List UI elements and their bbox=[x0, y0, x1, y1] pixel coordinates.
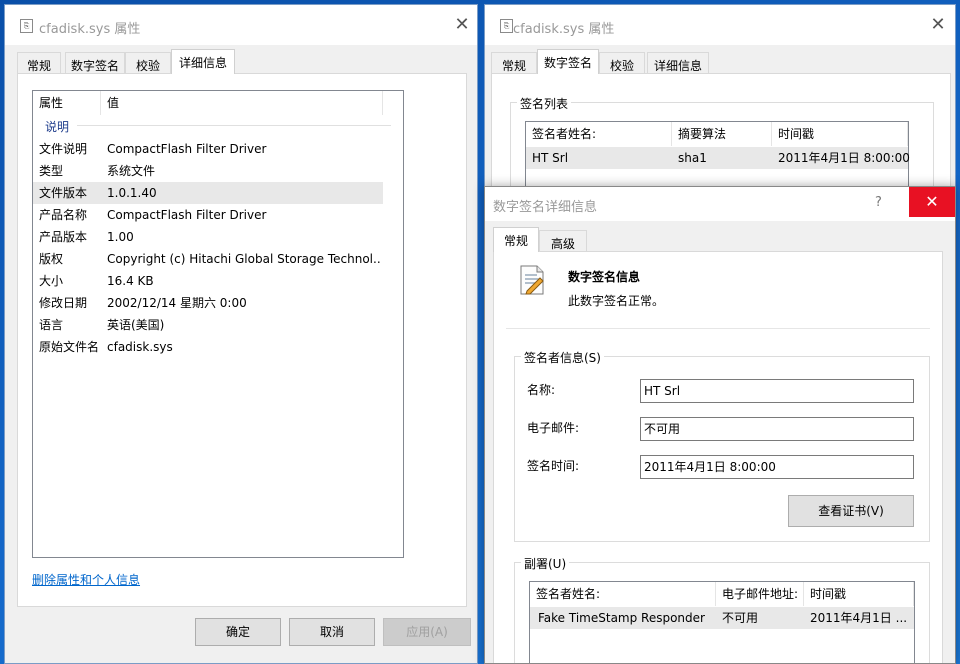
tab-general[interactable]: 常规 bbox=[493, 227, 539, 252]
name-label: 名称: bbox=[527, 383, 556, 397]
countersigner-timestamp: 2011年4月1日 ... bbox=[810, 611, 908, 625]
email-label: 电子邮件: bbox=[527, 421, 580, 435]
column-header-email[interactable]: 电子邮件地址: bbox=[716, 582, 804, 606]
dialog-close-button[interactable]: ✕ bbox=[909, 187, 955, 217]
help-button[interactable]: ? bbox=[875, 195, 882, 210]
detail-value: 系统文件 bbox=[107, 164, 156, 178]
detail-key: 大小 bbox=[39, 274, 64, 288]
signature-info-heading: 数字签名信息 bbox=[568, 270, 641, 284]
tab-advanced[interactable]: 高级 bbox=[539, 230, 587, 252]
detail-value: 1.00 bbox=[107, 230, 134, 244]
detail-key: 原始文件名 bbox=[39, 340, 100, 354]
column-header-signer[interactable]: 签名者姓名: bbox=[526, 122, 672, 146]
ok-button[interactable]: 确定 bbox=[195, 618, 281, 646]
section-divider bbox=[77, 125, 391, 126]
tab-details[interactable]: 详细信息 bbox=[647, 52, 709, 74]
tab-digital-signature[interactable]: 数字签名 bbox=[537, 49, 599, 74]
tab-digital-signature[interactable]: 数字签名 bbox=[65, 52, 125, 74]
cancel-button[interactable]: 取消 bbox=[289, 618, 375, 646]
countersigner-name: Fake TimeStamp Responder bbox=[538, 611, 705, 625]
right-window-title: cfadisk.sys 属性 bbox=[513, 22, 615, 37]
detail-row[interactable]: 版权 Copyright (c) Hitachi Global Storage T… bbox=[33, 248, 383, 270]
left-window-title: cfadisk.sys 属性 bbox=[39, 22, 141, 37]
details-list[interactable]: 属性 值 说明 文件说明 CompactFlash Filter Driver 类型… bbox=[32, 90, 404, 558]
countersignature-list[interactable]: 签名者姓名: 电子邮件地址: 时间戳 Fake TimeStamp Respon… bbox=[529, 581, 915, 663]
detail-value: 16.4 KB bbox=[107, 274, 154, 288]
left-properties-window: ⎘ cfadisk.sys 属性 ✕ 常规 数字签名 校验 详细信息 属性 值 … bbox=[4, 4, 478, 664]
detail-key: 版权 bbox=[39, 252, 64, 266]
detail-key: 文件版本 bbox=[39, 186, 88, 200]
email-field[interactable]: 不可用 bbox=[640, 417, 914, 441]
name-field[interactable]: HT Srl bbox=[640, 379, 914, 403]
column-header-property[interactable]: 属性 bbox=[33, 91, 101, 115]
detail-row[interactable]: 原始文件名 cfadisk.sys bbox=[33, 336, 383, 358]
close-icon: ✕ bbox=[925, 192, 939, 211]
header-divider bbox=[506, 328, 930, 329]
signer-name: HT Srl bbox=[532, 151, 569, 165]
detail-row[interactable]: 产品版本 1.00 bbox=[33, 226, 383, 248]
column-header-timestamp[interactable]: 时间戳 bbox=[804, 582, 914, 606]
signature-details-dialog: 数字签名详细信息 ? ✕ 常规 高级 数字签名信息 此数字签名正常。 签名者信息… bbox=[484, 186, 956, 664]
detail-row[interactable]: 文件说明 CompactFlash Filter Driver bbox=[33, 138, 383, 160]
detail-value: 英语(美国) bbox=[107, 318, 165, 332]
apply-button[interactable]: 应用(A) bbox=[383, 618, 471, 646]
detail-row[interactable]: 语言 英语(美国) bbox=[33, 314, 383, 336]
detail-row[interactable]: 大小 16.4 KB bbox=[33, 270, 383, 292]
detail-key: 类型 bbox=[39, 164, 64, 178]
signature-row[interactable]: HT Srl sha1 2011年4月1日 8:00:00 bbox=[526, 147, 910, 169]
detail-row[interactable]: 产品名称 CompactFlash Filter Driver bbox=[33, 204, 383, 226]
detail-key: 修改日期 bbox=[39, 296, 88, 310]
countersignature-row[interactable]: Fake TimeStamp Responder 不可用 2011年4月1日 .… bbox=[530, 607, 914, 629]
signing-time-field[interactable]: 2011年4月1日 8:00:00 bbox=[640, 455, 914, 479]
dialog-general-panel: 数字签名信息 此数字签名正常。 签名者信息(S) 名称: HT Srl 电子邮件… bbox=[493, 251, 943, 663]
signer-info-title: 签名者信息(S) bbox=[521, 349, 604, 366]
column-header-value[interactable]: 值 bbox=[101, 91, 383, 115]
detail-key: 语言 bbox=[39, 318, 64, 332]
countersignature-group: 副署(U) 签名者姓名: 电子邮件地址: 时间戳 Fake TimeStamp … bbox=[514, 555, 930, 663]
signature-list-title: 签名列表 bbox=[517, 95, 572, 112]
detail-key: 文件说明 bbox=[39, 142, 88, 156]
view-certificate-button[interactable]: 查看证书(V) bbox=[788, 495, 914, 527]
left-title-bar[interactable]: ⎘ cfadisk.sys 属性 ✕ bbox=[5, 5, 477, 45]
detail-row[interactable]: 文件版本 1.0.1.40 bbox=[33, 182, 383, 204]
detail-value: CompactFlash Filter Driver bbox=[107, 142, 267, 156]
file-icon: ⎘ bbox=[20, 19, 33, 33]
dialog-title: 数字签名详细信息 bbox=[493, 200, 598, 215]
tab-details[interactable]: 详细信息 bbox=[171, 49, 235, 74]
certificate-icon bbox=[518, 264, 546, 296]
signer-info-group: 签名者信息(S) 名称: HT Srl 电子邮件: 不可用 签名时间: 2011… bbox=[514, 349, 930, 542]
detail-value: 2002/12/14 星期六 0:00 bbox=[107, 296, 247, 310]
detail-value: 1.0.1.40 bbox=[107, 186, 157, 200]
column-header-timestamp[interactable]: 时间戳 bbox=[772, 122, 908, 146]
tab-checksum[interactable]: 校验 bbox=[125, 52, 171, 74]
signing-time-label: 签名时间: bbox=[527, 459, 580, 473]
remove-properties-link[interactable]: 删除属性和个人信息 bbox=[32, 571, 140, 588]
tab-general[interactable]: 常规 bbox=[491, 52, 537, 74]
close-icon[interactable]: ✕ bbox=[449, 13, 475, 37]
column-header-digest[interactable]: 摘要算法 bbox=[672, 122, 772, 146]
section-label-description: 说明 bbox=[45, 120, 70, 134]
tab-general[interactable]: 常规 bbox=[17, 52, 61, 74]
detail-value: Copyright (c) Hitachi Global Storage Tec… bbox=[107, 252, 381, 266]
digest-algorithm: sha1 bbox=[678, 151, 707, 165]
countersignature-title: 副署(U) bbox=[521, 555, 570, 572]
file-icon: ⎘ bbox=[500, 19, 513, 33]
close-icon[interactable]: ✕ bbox=[925, 13, 951, 37]
timestamp: 2011年4月1日 8:00:00 bbox=[778, 151, 910, 165]
detail-value: cfadisk.sys bbox=[107, 340, 173, 354]
detail-row[interactable]: 修改日期 2002/12/14 星期六 0:00 bbox=[33, 292, 383, 314]
right-title-bar[interactable]: ⎘ cfadisk.sys 属性 ✕ bbox=[485, 5, 955, 45]
detail-key: 产品版本 bbox=[39, 230, 88, 244]
details-panel: 属性 值 说明 文件说明 CompactFlash Filter Driver 类型… bbox=[17, 73, 467, 607]
dialog-title-bar[interactable]: 数字签名详细信息 ? ✕ bbox=[485, 187, 955, 221]
tab-checksum[interactable]: 校验 bbox=[599, 52, 645, 74]
countersigner-email: 不可用 bbox=[722, 611, 759, 625]
signature-status-text: 此数字签名正常。 bbox=[568, 294, 665, 308]
detail-key: 产品名称 bbox=[39, 208, 88, 222]
column-header-signer[interactable]: 签名者姓名: bbox=[530, 582, 716, 606]
detail-row[interactable]: 类型 系统文件 bbox=[33, 160, 383, 182]
detail-value: CompactFlash Filter Driver bbox=[107, 208, 267, 222]
